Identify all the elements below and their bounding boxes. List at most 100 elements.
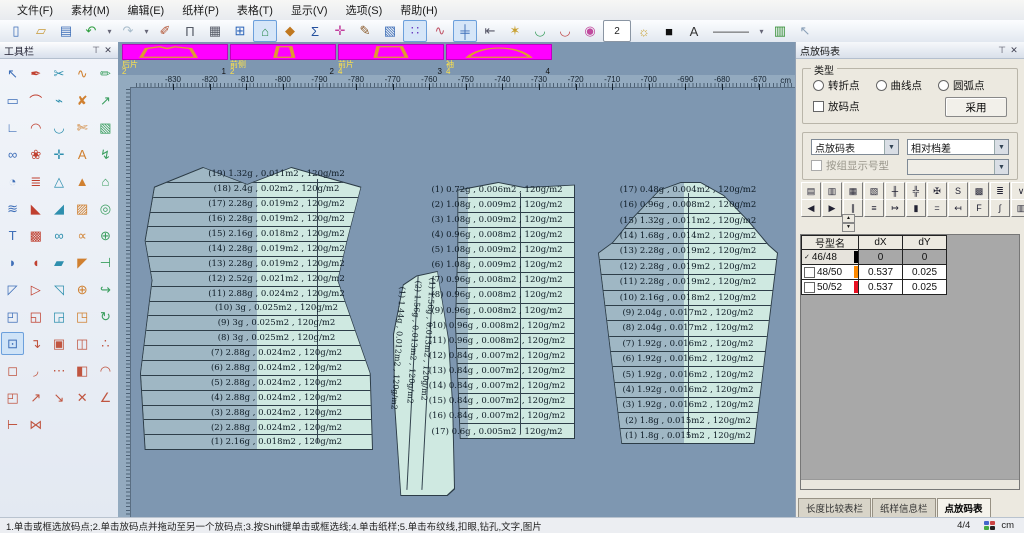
pattern-stand-icon[interactable]: Π [178, 20, 202, 42]
tool-icon-53[interactable]: ◫ [71, 332, 94, 355]
tool-icon-2[interactable]: ✂ [47, 62, 70, 85]
star-point-icon[interactable]: ✶ [503, 20, 527, 42]
row-checkbox-icon[interactable] [804, 281, 815, 293]
work-window-icon[interactable]: ⊞ [228, 20, 252, 42]
tool-icon-33[interactable]: ∝ [71, 224, 94, 247]
tool-icon-56[interactable]: ◞ [24, 359, 47, 382]
color-list-icon[interactable]: ≣ [990, 182, 1010, 200]
tool-icon-28[interactable]: ▨ [71, 197, 94, 220]
text-tool-icon[interactable]: A [682, 20, 706, 42]
line-style-more-icon[interactable]: ▾ [756, 20, 767, 42]
tool-icon-9[interactable]: ↗ [94, 89, 117, 112]
tool-icon-44[interactable]: ↪ [94, 278, 117, 301]
tool-icon-48[interactable]: ◳ [71, 305, 94, 328]
context-help-icon[interactable]: ↖ [793, 20, 817, 42]
row-checkbox-icon[interactable] [804, 266, 815, 278]
pen-width-box-icon[interactable]: 2 [603, 20, 631, 42]
tool-icon-59[interactable]: ◠ [94, 359, 117, 382]
show-pattern-piece-icon[interactable]: ⌂ [253, 20, 277, 42]
paste-y-icon[interactable]: ▧ [864, 182, 884, 200]
pattern-piece-back[interactable]: (19) 1.32g , 0.011m2 , 120g/m2 (18) 2.4g … [140, 167, 373, 450]
redo-icon[interactable]: ↷ [116, 20, 140, 42]
close-icon[interactable]: ✕ [102, 45, 114, 56]
tool-icon-40[interactable]: ◸ [1, 278, 24, 301]
tool-icon-14[interactable]: ▧ [94, 116, 117, 139]
menu-item-1[interactable]: 素材(M) [62, 0, 119, 20]
tool-icon-64[interactable]: ∠ [94, 386, 117, 409]
tool-icon-13[interactable]: ✄ [71, 116, 94, 139]
line-style-icon[interactable]: ——— [707, 20, 755, 42]
color-lock-icon[interactable]: ◆ [278, 20, 302, 42]
next-point-icon[interactable]: ▶ [822, 199, 842, 217]
tool-icon-30[interactable]: T [1, 224, 24, 247]
equalize-icon[interactable]: = [927, 199, 947, 217]
measure-sum-icon[interactable]: ⇤ [478, 20, 502, 42]
table-scrollbar[interactable] [801, 479, 1019, 489]
tool-icon-57[interactable]: ⋯ [47, 359, 70, 382]
tool-icon-38[interactable]: ◤ [71, 251, 94, 274]
eraser-icon[interactable]: ✐ [153, 20, 177, 42]
animation-film-icon[interactable]: ▥ [768, 20, 792, 42]
tool-icon-8[interactable]: ✘ [71, 89, 94, 112]
push-left-icon[interactable]: ↤ [948, 199, 968, 217]
push-right-icon[interactable]: ↦ [885, 199, 905, 217]
tool-icon-49[interactable]: ↻ [94, 305, 117, 328]
tool-icon-54[interactable]: ∴ [94, 332, 117, 355]
step-spinner[interactable]: ▲ ▼ [842, 214, 855, 232]
redo-more-icon[interactable]: ▾ [141, 20, 152, 42]
pattern-thumbnail-1[interactable]: 后片 2 1 [122, 44, 228, 76]
seam-check-red-icon[interactable]: ◡ [553, 20, 577, 42]
close-icon[interactable]: ✕ [1008, 45, 1020, 56]
tool-icon-19[interactable]: ↯ [94, 143, 117, 166]
tool-icon-37[interactable]: ▰ [47, 251, 70, 274]
even-y-icon[interactable]: ≡ [864, 199, 884, 217]
grading-table-dropdown[interactable]: 点放码表 ▼ [811, 139, 899, 155]
tool-icon-61[interactable]: ↗ [24, 386, 47, 409]
pattern-thumbnail-3[interactable]: 前片 4 3 [338, 44, 444, 76]
pattern-piece-sleeve[interactable]: (17) 0.48g , 0.004m2 , 120g/m2 (16) 0.96g… [598, 182, 778, 444]
pin-icon[interactable]: ⊤ [996, 45, 1008, 56]
tool-icon-60[interactable]: ◰ [1, 386, 24, 409]
tool-icon-27[interactable]: ◢ [47, 197, 70, 220]
tool-icon-26[interactable]: ◣ [24, 197, 47, 220]
point-grading-icon[interactable]: ∷ [403, 20, 427, 42]
swap-xy-icon[interactable]: ╫ [885, 182, 905, 200]
tool-icon-58[interactable]: ◧ [71, 359, 94, 382]
tool-icon-21[interactable]: ≣ [24, 170, 47, 193]
sum-sigma-icon[interactable]: Σ [303, 20, 327, 42]
paste-grading-icon[interactable]: ▥ [822, 182, 842, 200]
tool-icon-18[interactable]: Α [71, 143, 94, 166]
tool-icon-34[interactable]: ⊕ [94, 224, 117, 247]
pattern-canvas[interactable]: (19) 1.32g , 0.011m2 , 120g/m2 (18) 2.4g … [130, 87, 795, 517]
measure-tool-icon[interactable]: ╪ [453, 20, 477, 42]
tool-icon-55[interactable]: ◻ [1, 359, 24, 382]
table-row-50-52[interactable]: 50/52 0.537 0.025 [801, 280, 947, 295]
tool-icon-31[interactable]: ▩ [24, 224, 47, 247]
menu-item-7[interactable]: 帮助(H) [391, 0, 446, 20]
tool-icon-63[interactable]: ✕ [71, 386, 94, 409]
tool-icon-52[interactable]: ▣ [47, 332, 70, 355]
relative-diff-dropdown[interactable]: 相对档差 ▼ [907, 139, 1009, 155]
sl-mode-icon[interactable]: S [948, 182, 968, 200]
clear-grid-icon[interactable]: ▩ [969, 182, 989, 200]
radio-turn-point[interactable]: 转折点 [813, 78, 860, 93]
tool-icon-11[interactable]: ◠ [24, 116, 47, 139]
tool-icon-7[interactable]: ⌁ [47, 89, 70, 112]
tool-icon-5[interactable]: ▭ [1, 89, 24, 112]
tool-icon-62[interactable]: ↘ [47, 386, 70, 409]
radio-curve-point[interactable]: 曲线点 [875, 78, 922, 93]
tool-icon-3[interactable]: ∿ [71, 62, 94, 85]
tool-icon-24[interactable]: ⌂ [94, 170, 117, 193]
undo-more-icon[interactable]: ▾ [104, 20, 115, 42]
tool-icon-23[interactable]: ▲ [71, 170, 94, 193]
brush-icon[interactable]: ✎ [353, 20, 377, 42]
flow-chart-icon[interactable]: ▧ [378, 20, 402, 42]
tool-icon-0[interactable]: ↖ [1, 62, 24, 85]
panel-tab-0[interactable]: 长度比较表栏 [798, 498, 872, 517]
tool-icon-65[interactable]: ⊢ [1, 413, 24, 436]
menu-item-2[interactable]: 编辑(E) [119, 0, 174, 20]
group-display-checkbox[interactable]: 按组显示号型 [811, 158, 889, 173]
more-dropdown-icon[interactable]: ∨ [1011, 182, 1024, 200]
tool-icon-51[interactable]: ↴ [24, 332, 47, 355]
table-row-46-48[interactable]: ✓ 46/48 0 0 [801, 250, 947, 265]
